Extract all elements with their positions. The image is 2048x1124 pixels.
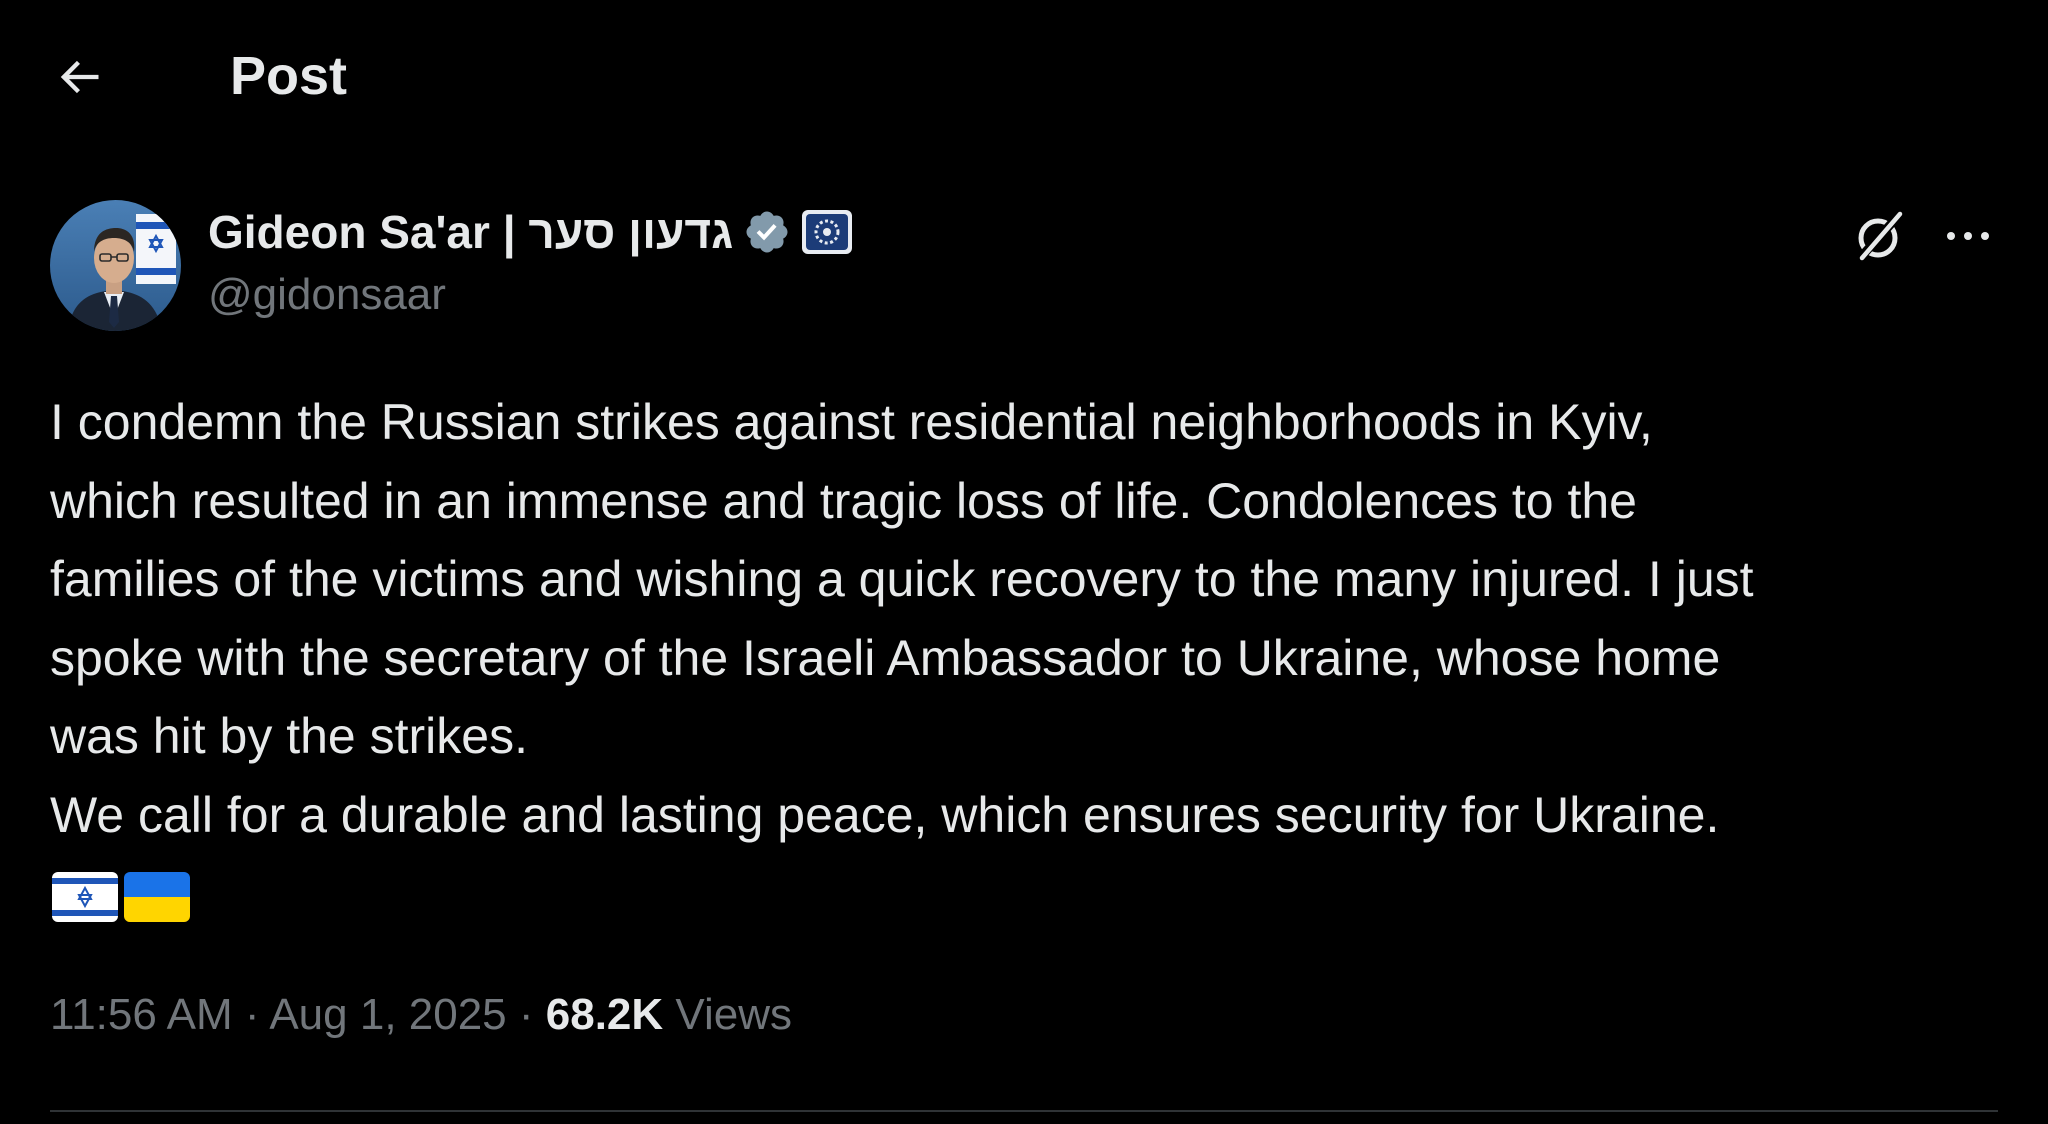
meta-separator: ·	[506, 990, 546, 1039]
flag-emojis	[52, 872, 190, 922]
display-name[interactable]: Gideon Sa'ar | גדעון סער	[208, 205, 733, 259]
israel-flag-icon	[52, 872, 118, 922]
more-options-icon	[1947, 232, 1989, 240]
post-date[interactable]: Aug 1, 2025	[269, 990, 506, 1039]
post-meta: 11:56 AM · Aug 1, 2025 · 68.2K Views	[50, 990, 792, 1040]
views-count: 68.2K	[545, 990, 664, 1039]
author-row: Gideon Sa'ar | גדעון סער @gidonsaar	[50, 200, 2000, 335]
post-text: I condemn the Russian strikes against re…	[50, 394, 1754, 843]
name-line: Gideon Sa'ar | גדעון סער	[208, 202, 853, 262]
verified-badge-icon[interactable]	[743, 208, 791, 256]
profile-photo	[50, 200, 181, 331]
post-time[interactable]: 11:56 AM	[50, 990, 233, 1039]
avatar[interactable]	[50, 200, 181, 331]
ukraine-flag-icon	[124, 872, 190, 922]
affiliation-badge-icon[interactable]	[801, 208, 853, 256]
header: Post	[0, 0, 2048, 150]
views-label: Views	[675, 990, 792, 1039]
arrow-left-icon	[60, 60, 99, 94]
grok-button[interactable]	[1850, 206, 1910, 266]
meta-separator: ·	[232, 990, 270, 1039]
grok-icon	[1856, 210, 1904, 262]
divider	[50, 1110, 1998, 1112]
user-handle[interactable]: @gidonsaar	[208, 270, 446, 320]
more-options-button[interactable]	[1938, 206, 1998, 266]
back-button[interactable]	[50, 48, 108, 106]
page-title: Post	[230, 46, 348, 106]
